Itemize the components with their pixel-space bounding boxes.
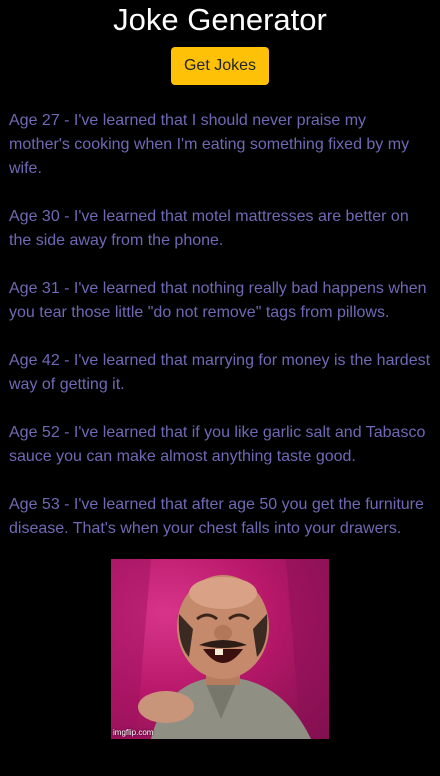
joke-item: Age 30 - I've learned that motel mattres…: [9, 208, 409, 249]
joke-item: Age 52 - I've learned that if you like g…: [9, 424, 426, 465]
joke-list: Age 27 - I've learned that I should neve…: [0, 109, 440, 541]
meme-watermark: imgflip.com: [113, 728, 154, 737]
meme-container: imgflip.com: [0, 559, 440, 744]
joke-item: Age 53 - I've learned that after age 50 …: [9, 496, 424, 537]
joke-item: Age 27 - I've learned that I should neve…: [9, 112, 410, 177]
button-container: Get Jokes: [0, 47, 440, 85]
page-title: Joke Generator: [113, 2, 327, 37]
get-jokes-button[interactable]: Get Jokes: [170, 47, 270, 85]
joke-item: Age 31 - I've learned that nothing reall…: [9, 280, 427, 321]
laughing-meme-image: imgflip.com: [111, 559, 329, 739]
joke-item: Age 42 - I've learned that marrying for …: [9, 352, 431, 393]
laughing-man-icon: [111, 559, 329, 739]
